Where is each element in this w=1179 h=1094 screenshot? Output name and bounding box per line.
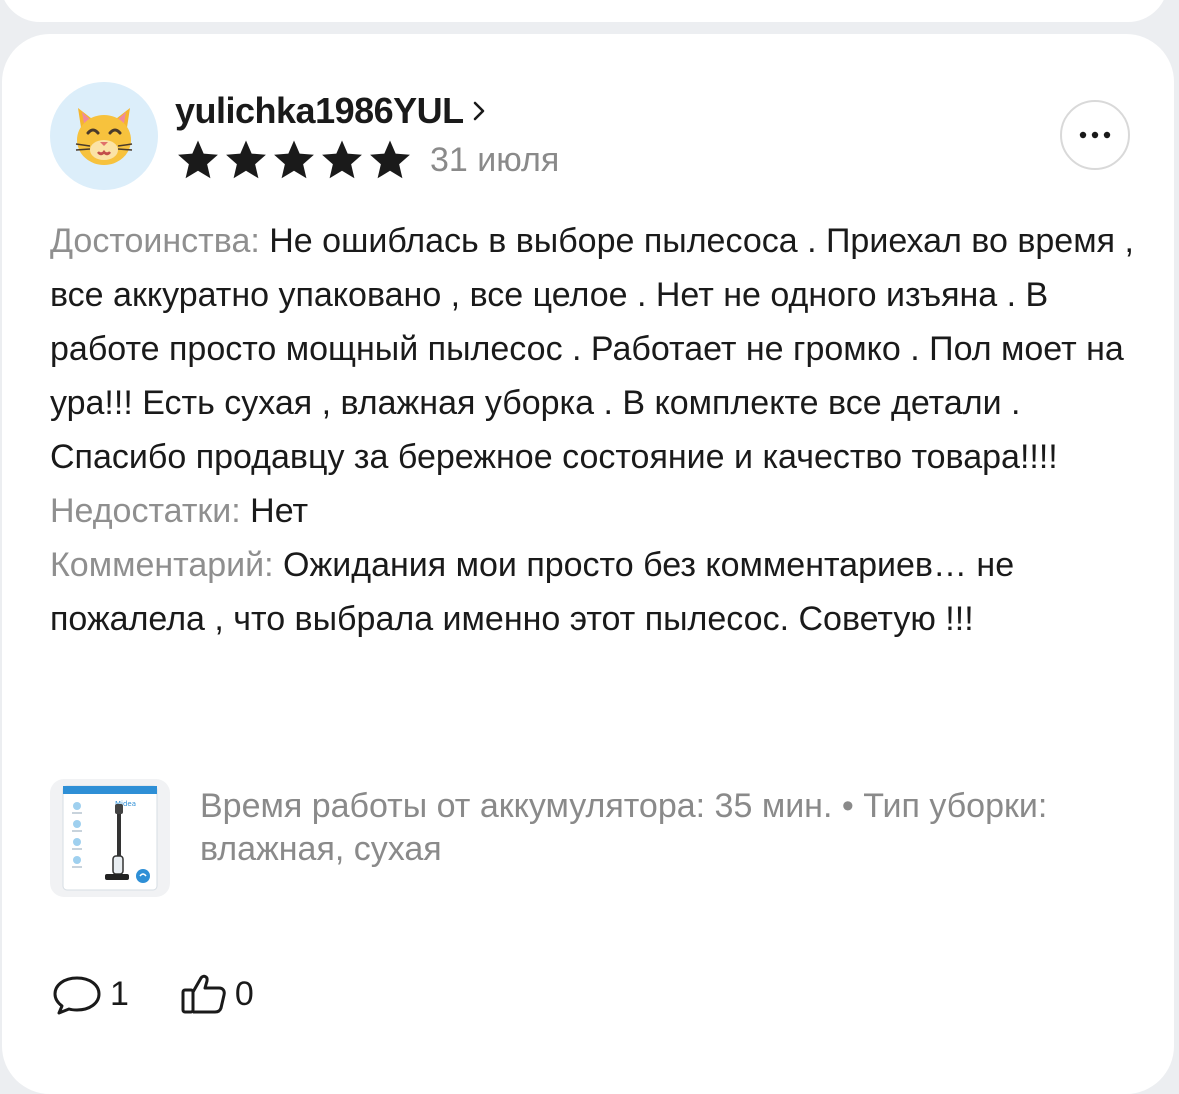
cons-paragraph: Недостатки: Нет [50, 484, 1140, 538]
rating-row: 31 июля [176, 139, 559, 181]
comments-count: 1 [110, 974, 129, 1013]
cons-text: Нет [250, 492, 309, 530]
star-icon [272, 139, 316, 181]
star-icon [176, 139, 220, 181]
review-body: Достоинства: Не ошиблась в выборе пылесо… [50, 214, 1140, 646]
product-specs[interactable]: Время работы от аккумулятора: 35 мин. • … [200, 785, 1080, 871]
review-actions: 1 0 [50, 972, 254, 1016]
star-rating [176, 139, 412, 181]
comments-button[interactable]: 1 [50, 972, 129, 1016]
author-link[interactable]: yulichka1986YUL [175, 90, 486, 132]
comment-bubble-icon [53, 976, 101, 1015]
star-icon [368, 139, 412, 181]
star-icon [224, 139, 268, 181]
review-card: yulichka1986YUL 31 июля Достоинства: Не … [2, 34, 1174, 1094]
product-thumbnail[interactable]: Midea [50, 779, 170, 897]
likes-count: 0 [234, 974, 254, 1013]
chevron-right-icon [472, 99, 486, 123]
pros-text: Не ошиблась в выборе пылесоса . Приехал … [50, 222, 1134, 476]
review-date: 31 июля [430, 140, 560, 179]
more-horizontal-icon [1079, 131, 1111, 139]
more-options-button[interactable] [1060, 100, 1130, 170]
cat-face-icon [75, 108, 133, 165]
previous-review-card [0, 0, 1168, 22]
cons-label: Недостатки: [50, 492, 241, 530]
product-info[interactable]: Midea Время работы от аккумулятора: 35 м… [50, 779, 1080, 897]
comment-label: Комментарий: [50, 546, 274, 584]
star-icon [320, 139, 364, 181]
pros-label: Достоинства: [50, 222, 260, 260]
pros-paragraph: Достоинства: Не ошиблась в выборе пылесо… [50, 214, 1140, 484]
author-name[interactable]: yulichka1986YUL [175, 90, 464, 132]
thumbs-up-icon [181, 974, 226, 1014]
vacuum-product-image: Midea [62, 785, 158, 891]
like-button[interactable]: 0 [179, 972, 254, 1016]
comment-paragraph: Комментарий: Ожидания мои просто без ком… [50, 538, 1140, 646]
avatar[interactable] [50, 82, 158, 190]
